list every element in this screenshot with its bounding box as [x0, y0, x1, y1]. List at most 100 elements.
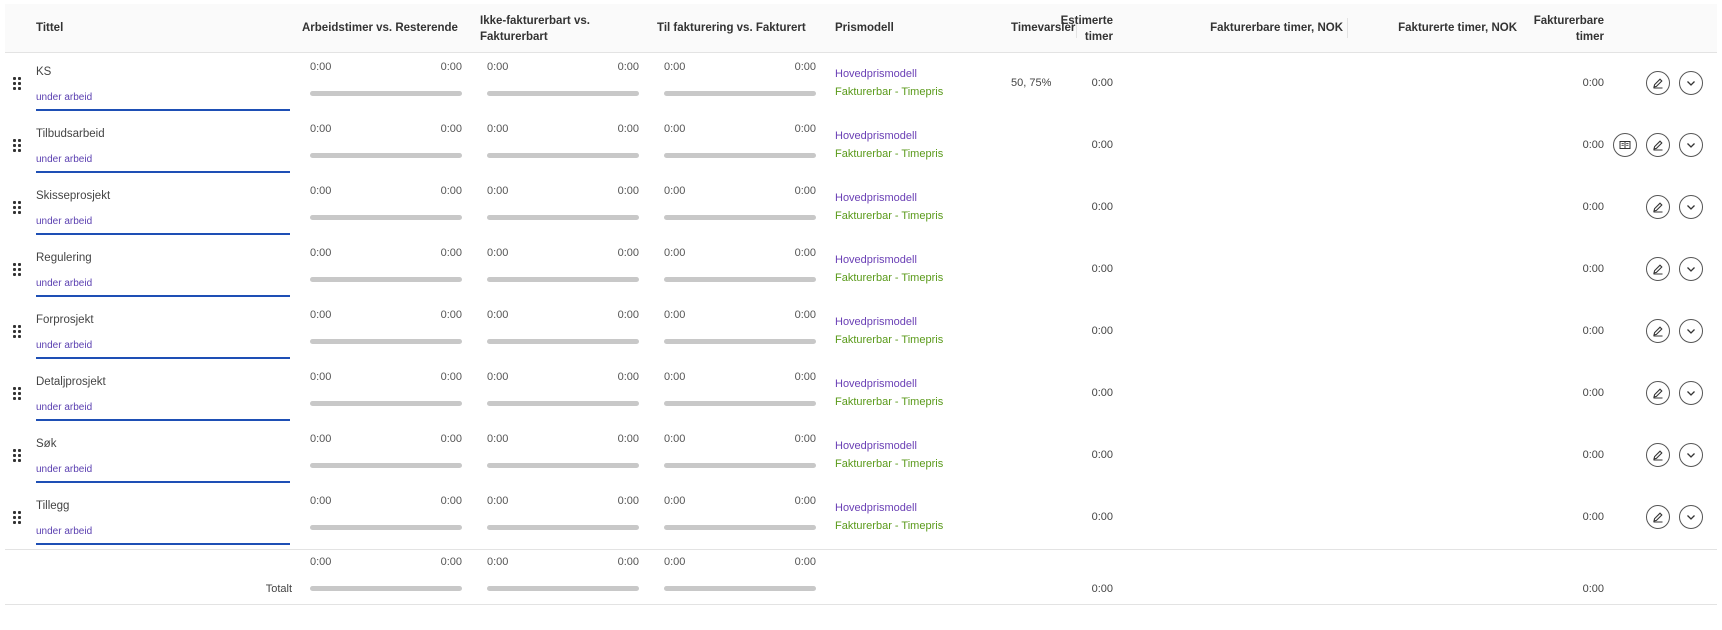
- pencil-icon[interactable]: [1646, 381, 1670, 405]
- drag-handle-icon[interactable]: [13, 139, 23, 153]
- pencil-icon[interactable]: [1646, 133, 1670, 157]
- table-row[interactable]: Søk under arbeid 0:00 0:00 0:00 0:00 0:00 0:00 H…: [5, 425, 1717, 488]
- chevron-down-icon[interactable]: [1679, 319, 1703, 343]
- phase-status: under arbeid: [36, 526, 93, 537]
- til-fakturering-left-value: 0:00: [664, 309, 686, 321]
- prismodell-type: Fakturerbar - Timepris: [835, 334, 944, 346]
- table-row[interactable]: Tilbudsarbeid under arbeid 0:00 0:00 0:00 0:0…: [5, 115, 1717, 178]
- pencil-icon[interactable]: [1646, 71, 1670, 95]
- til-fakturering-right-value: 0:00: [794, 371, 816, 383]
- pencil-icon[interactable]: [1646, 443, 1670, 467]
- header-fakturerbare-timer[interactable]: Fakturerbare timer: [1534, 13, 1604, 45]
- status-underline: [36, 357, 290, 359]
- progress-bar: [310, 277, 462, 282]
- header-prismodell[interactable]: Prismodell: [835, 20, 894, 36]
- ikke-fakturerbart-cell: 0:00 0:00: [487, 495, 639, 545]
- fakturerbart-value: 0:00: [617, 556, 639, 568]
- arbeidstimer-right-value: 0:00: [440, 123, 462, 135]
- drag-handle-icon[interactable]: [13, 387, 23, 401]
- arbeidstimer-right-value: 0:00: [440, 433, 462, 445]
- chevron-down-icon[interactable]: [1679, 133, 1703, 157]
- til-fakturering-cell: 0:00 0:00: [664, 185, 816, 235]
- prismodell-link[interactable]: Hovedprismodell: [835, 192, 917, 204]
- chevron-down-icon[interactable]: [1679, 381, 1703, 405]
- table-row[interactable]: Skisseprosjekt under arbeid 0:00 0:00 0:00 0:…: [5, 177, 1717, 240]
- table-row[interactable]: KS under arbeid 0:00 0:00 0:00 0:00 0:00 0:00 Ho…: [5, 53, 1717, 116]
- table-row[interactable]: Regulering under arbeid 0:00 0:00 0:00 0:00 0:…: [5, 239, 1717, 302]
- drag-handle-icon[interactable]: [13, 263, 23, 277]
- timevarsler-value: 50, 75%: [1011, 77, 1052, 89]
- drag-handle-icon[interactable]: [13, 325, 23, 339]
- progress-bar: [310, 153, 462, 158]
- progress-bar: [487, 463, 639, 468]
- totals-estimerte-timer: 0:00: [1091, 583, 1113, 595]
- pencil-icon[interactable]: [1646, 257, 1670, 281]
- prismodell-link[interactable]: Hovedprismodell: [835, 440, 917, 452]
- prismodell-link[interactable]: Hovedprismodell: [835, 254, 917, 266]
- header-til-fakturering[interactable]: Til fakturering vs. Fakturert: [657, 20, 806, 36]
- table-row[interactable]: Tillegg under arbeid 0:00 0:00 0:00 0:00 0:00 0…: [5, 487, 1717, 550]
- prismodell-type: Fakturerbar - Timepris: [835, 520, 944, 532]
- fakturerbare-timer-value: 0:00: [1582, 511, 1604, 523]
- header-estimerte-timer[interactable]: Estimerte timer: [1061, 13, 1113, 45]
- status-underline: [36, 109, 290, 111]
- progress-bar: [664, 463, 816, 468]
- arbeidstimer-left-value: 0:00: [310, 371, 332, 383]
- header-arbeidstimer[interactable]: Arbeidstimer vs. Resterende: [302, 20, 458, 36]
- fakturerbare-timer-value: 0:00: [1582, 77, 1604, 89]
- ikke-fakturerbart-left-value: 0:00: [487, 247, 509, 259]
- drag-handle-icon[interactable]: [13, 449, 23, 463]
- estimerte-timer-value: 0:00: [1091, 387, 1113, 399]
- chevron-down-icon[interactable]: [1679, 71, 1703, 95]
- prismodell-type: Fakturerbar - Timepris: [835, 86, 944, 98]
- header-fakturerte-nok[interactable]: Fakturerte timer, NOK: [1398, 20, 1517, 36]
- chevron-down-icon[interactable]: [1679, 443, 1703, 467]
- progress-bar: [487, 525, 639, 530]
- ikke-fakturerbart-left-value: 0:00: [487, 371, 509, 383]
- progress-bar: [310, 586, 462, 591]
- header-estimerte-line1: Estimerte: [1060, 15, 1113, 27]
- header-tittel[interactable]: Tittel: [36, 20, 63, 36]
- header-fakturerbare-nok[interactable]: Fakturerbare timer, NOK: [1210, 20, 1343, 36]
- pencil-icon[interactable]: [1646, 319, 1670, 343]
- arbeidstimer-left-value: 0:00: [310, 61, 332, 73]
- chevron-down-icon[interactable]: [1679, 195, 1703, 219]
- drag-handle-icon[interactable]: [13, 77, 23, 91]
- prismodell-link[interactable]: Hovedprismodell: [835, 130, 917, 142]
- chevron-down-icon[interactable]: [1679, 505, 1703, 529]
- progress-bar: [664, 91, 816, 96]
- book-icon[interactable]: [1613, 133, 1637, 157]
- pencil-icon[interactable]: [1646, 505, 1670, 529]
- ikke-fakturerbart-right-value: 0:00: [617, 433, 639, 445]
- ikke-fakturerbart-left-value: 0:00: [487, 61, 509, 73]
- prismodell-link[interactable]: Hovedprismodell: [835, 68, 917, 80]
- progress-bar: [310, 91, 462, 96]
- table-row[interactable]: Detaljprosjekt under arbeid 0:00 0:00 0:00 0:…: [5, 363, 1717, 426]
- prismodell-link[interactable]: Hovedprismodell: [835, 316, 917, 328]
- fakturerbare-timer-value: 0:00: [1582, 325, 1604, 337]
- progress-bar: [664, 339, 816, 344]
- pencil-icon[interactable]: [1646, 195, 1670, 219]
- arbeidstimer-cell: 0:00 0:00: [310, 123, 462, 173]
- ikke-fakturerbart-cell: 0:00 0:00: [487, 433, 639, 483]
- arbeidstimer-cell: 0:00 0:00: [310, 61, 462, 111]
- drag-handle-icon[interactable]: [13, 201, 23, 215]
- table-row[interactable]: Forprosjekt under arbeid 0:00 0:00 0:00 0:00 0…: [5, 301, 1717, 364]
- arbeidstimer-right-value: 0:00: [440, 61, 462, 73]
- progress-bar: [664, 277, 816, 282]
- arbeidstimer-cell: 0:00 0:00: [310, 185, 462, 235]
- ikke-fakturerbart-left-value: 0:00: [487, 185, 509, 197]
- ikke-fakturerbart-right-value: 0:00: [617, 247, 639, 259]
- drag-handle-icon[interactable]: [13, 511, 23, 525]
- prismodell-link[interactable]: Hovedprismodell: [835, 378, 917, 390]
- fakturert-value: 0:00: [794, 556, 816, 568]
- til-fakturering-value: 0:00: [664, 556, 686, 568]
- header-ikke-fakturerbart[interactable]: Ikke-fakturerbart vs. Fakturerbart: [480, 13, 590, 45]
- chevron-down-icon[interactable]: [1679, 257, 1703, 281]
- ikke-fakturerbart-cell: 0:00 0:00: [487, 61, 639, 111]
- prismodell-link[interactable]: Hovedprismodell: [835, 502, 917, 514]
- til-fakturering-cell: 0:00 0:00: [664, 123, 816, 173]
- arbeidstimer-cell: 0:00 0:00: [310, 309, 462, 359]
- phase-status: under arbeid: [36, 154, 93, 165]
- prismodell-type: Fakturerbar - Timepris: [835, 210, 944, 222]
